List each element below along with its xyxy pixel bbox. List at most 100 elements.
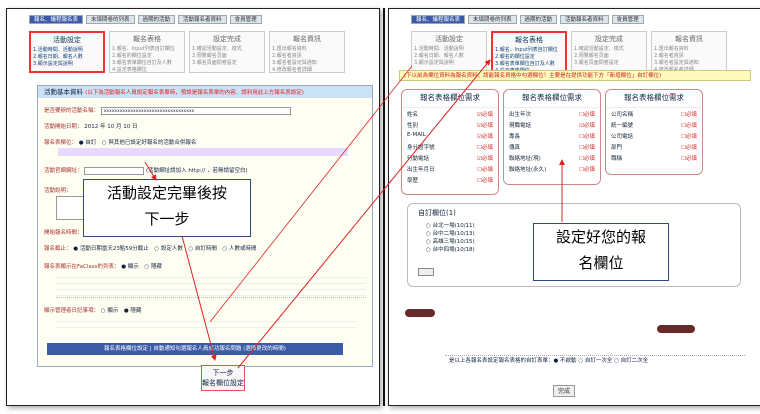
- field-checkbox-item[interactable]: 專長 ☐必填: [504, 130, 600, 141]
- step-settings-complete[interactable]: 設定完成 1.確認活動設定、樣式 2.預覽報名頁面 3.報名頁面問卷設定: [189, 31, 265, 73]
- field-checkbox-item[interactable]: 行動電話 ☑必填: [402, 152, 498, 163]
- panel-note: (以下為活動報名人員設定報名表單時，預設是報名表單的內容、請利用此上方報名表設定…: [85, 90, 304, 96]
- add-field-button[interactable]: [405, 309, 435, 317]
- callout-line: 下一步: [144, 210, 190, 228]
- field-checkbox-item[interactable]: 傳真 ☐必填: [504, 141, 600, 152]
- tab-unfilled[interactable]: 未填問卷的列表: [468, 15, 517, 24]
- fields-column-company: 報名表格欄位需求 公司名稱 ☐必填 統一編號 ☐必填 公司電話 ☐必填 部門 ☐必填 職…: [605, 89, 703, 175]
- field-checkbox-item[interactable]: 部門 ☐必填: [606, 141, 702, 152]
- right-callout: 設定好您的報 名欄位: [533, 223, 669, 281]
- field-checkbox-item[interactable]: 出生年月日 ☐必填: [402, 163, 498, 174]
- custom-form-option-bar[interactable]: 是以上各報名表設定報名表格的自訂表單：● 不啟動 ○ 自訂一次全 ○ 自訂二次全: [445, 355, 745, 365]
- step-line: 3.報名者設定與通知: [654, 60, 699, 66]
- next-step-button[interactable]: 下一步 報名欄位設定: [201, 365, 245, 391]
- field-label: 開始報名時間：: [44, 230, 83, 236]
- form-fields-radio[interactable]: ● 自訂 ○ 與其他已設定好報名的活動合併報名: [79, 140, 197, 146]
- step-line: 1.報名、Input列表自訂欄位: [112, 46, 175, 52]
- activity-name-input[interactable]: xxxxxxxxxxxxxxxxxxxxxxxxxxxxxxxxxx: [100, 106, 291, 115]
- field-checkbox-item[interactable]: 身分證字號 ☐必填: [402, 141, 498, 152]
- field-checkbox-item[interactable]: 學歷 ☐必填: [402, 174, 498, 185]
- edit-custom-button[interactable]: [418, 268, 434, 276]
- session-option[interactable]: ○ 台北一場(10/11): [426, 222, 475, 230]
- field-checkbox-item[interactable]: E-MAIL ☑必填: [402, 130, 498, 141]
- left-steps: 活動設定 1.活動時間、活動說明 2.報名日期、報名人數 3.顯示設定與說明 報…: [29, 31, 345, 73]
- faclass-radio[interactable]: ● 顯示 ○ 隱藏: [121, 264, 162, 270]
- step-line: 1.確認活動設定、樣式: [574, 46, 624, 52]
- step-settings-complete[interactable]: 設定完成 1.確認活動設定、樣式 2.預覽報名頁面 3.報名頁面問卷設定: [571, 31, 647, 73]
- step-line: 3.顯示設定與說明: [33, 61, 73, 67]
- form-fields-row: 報名表欄位： ● 自訂 ○ 與其他已設定好報名的活動合併報名: [44, 138, 196, 146]
- tab-members[interactable]: 會員管理: [611, 15, 644, 24]
- faclass-description: [56, 272, 366, 298]
- step-line: 4.設定表格欄位: [112, 67, 147, 73]
- admin-notes-radio[interactable]: ○ 顯示 ● 隱藏: [101, 308, 142, 314]
- activity-name-row: 是否要辦的活動名稱： xxxxxxxxxxxxxxxxxxxxxxxxxxxxx…: [44, 106, 291, 115]
- left-callout: 活動設定完畢後按 下一步: [83, 179, 251, 237]
- step-activity-settings[interactable]: 活動設定 1.活動時間、活動說明 2.報名日期、報名人數 3.顯示設定與說明: [411, 31, 487, 73]
- right-screenshot: 報名、議程報名表 未填問卷的列表 過期的活動 活動報名者資料 會員管理 活動設定…: [388, 8, 760, 406]
- step-line: 1.匯出報名資料: [654, 46, 689, 52]
- step-title: 報名表格: [133, 35, 161, 43]
- step-registration-form[interactable]: 報名表格 1.報名、Input列表自訂欄位 2.報名的欄位設定 3.報名表單欄位…: [491, 31, 567, 73]
- field-label: 顯示管理者日記事項：: [44, 308, 100, 314]
- website-hint: (活動網址請加入 http:// ，若無請留空白): [146, 168, 248, 174]
- left-tab-bar: 報名、議程報名表 未填問卷的列表 過期的活動 活動報名者資料 會員管理: [29, 15, 262, 24]
- fields-column-contact: 報名表格欄位需求 出生年次 ☐必填 現職電話 ☑必填 專長 ☐必填 傳真 ☐必填 聯絡地…: [503, 89, 601, 185]
- form-type-strip[interactable]: [58, 148, 348, 156]
- field-checkbox-item[interactable]: 性別 ☑必填: [402, 119, 498, 130]
- step-title: 報名資訊: [675, 35, 703, 43]
- callout-line: 名欄位: [578, 254, 624, 272]
- tab-expired[interactable]: 過期的活動: [519, 15, 558, 24]
- start-date-select[interactable]: 2012 年 10 月 10 日: [84, 124, 137, 130]
- step-title: 報名資訊: [293, 35, 321, 43]
- deadline-radio[interactable]: ● 活動日期當天23點59分截止 ○ 設定人數 ○ 自訂時間 ○ 人數或時間: [73, 246, 256, 252]
- tab-registrants[interactable]: 活動報名者資料: [178, 15, 227, 24]
- field-checkbox-item[interactable]: 公司電話 ☐必填: [606, 130, 702, 141]
- step-activity-settings[interactable]: 活動設定 1.活動時間、活動說明 2.報名日期、報名人數 3.顯示設定與說明: [29, 31, 105, 73]
- step-line: 3.報名者設定與通知: [272, 60, 317, 66]
- field-checkbox-item[interactable]: 出生年次 ☐必填: [504, 108, 600, 119]
- field-checkbox-item[interactable]: 職稱 ☐必填: [606, 152, 702, 163]
- field-label: 是否要辦的活動名稱：: [44, 108, 100, 114]
- tab-registration[interactable]: 報名、議程報名表: [411, 15, 466, 24]
- session-option[interactable]: ○ 台中四場(10/18): [426, 246, 475, 254]
- field-checkbox-item[interactable]: 姓名 ☑必填: [402, 108, 498, 119]
- right-tab-bar: 報名、議程報名表 未填問卷的列表 過期的活動 活動報名者資料 會員管理: [411, 15, 644, 24]
- step-line: 2.預覽報名頁面: [192, 53, 227, 59]
- step-line: 1.確認活動設定、樣式: [192, 46, 242, 52]
- column-title: 報名表格欄位需求: [504, 90, 600, 108]
- preview-button[interactable]: [657, 325, 695, 333]
- step-registration-info[interactable]: 報名資訊 1.匯出報名資料 2.報名者資訊 3.報名者設定與通知 4.修改報名者…: [269, 31, 345, 73]
- field-checkbox-item[interactable]: 公司名稱 ☐必填: [606, 108, 702, 119]
- step-line: 2.預覽報名頁面: [574, 53, 609, 59]
- field-checkbox-item[interactable]: 聯絡地址(永久) ☐必填: [504, 163, 600, 174]
- open-time-row: 開始報名時間：: [44, 228, 83, 236]
- tab-unfilled[interactable]: 未填問卷的列表: [86, 15, 135, 24]
- field-checkbox-item[interactable]: 聯絡地址(現) ☐必填: [504, 152, 600, 163]
- notification-bar[interactable]: 報名表格欄位設定 | 自動通知勾選報名人員成功報名問題 (選擇更改的時間): [47, 343, 343, 355]
- field-label: 活動開始日期：: [44, 124, 83, 130]
- step-line: 2.報名的欄位設定: [495, 54, 535, 60]
- field-checkbox-item[interactable]: 現職電話 ☑必填: [504, 119, 600, 130]
- step-line: 2.報名日期、報名人數: [33, 54, 83, 60]
- step-line: 3.顯示設定與說明: [414, 60, 454, 66]
- tab-registration[interactable]: 報名、議程報名表: [29, 15, 84, 24]
- step-registration-info[interactable]: 報名資訊 1.匯出報名資料 2.報名者資訊 3.報名者設定與通知 4.修改報名者…: [651, 31, 727, 73]
- tab-registrants[interactable]: 活動報名者資料: [560, 15, 609, 24]
- done-button[interactable]: 完成: [553, 385, 575, 397]
- tab-expired[interactable]: 過期的活動: [137, 15, 176, 24]
- step-registration-form[interactable]: 報名表格 1.報名、Input列表自訂欄位 2.報名的欄位設定 3.報名表單欄位…: [109, 31, 185, 73]
- session-option[interactable]: ○ 台中二場(10/13): [426, 230, 475, 238]
- step-line: 1.報名、Input列表自訂欄位: [495, 47, 558, 53]
- field-label: 報名表欄位：: [44, 140, 78, 146]
- session-option[interactable]: ○ 高雄三場(10/15): [426, 238, 475, 246]
- website-input[interactable]: [84, 166, 145, 175]
- step-line: 2.報名者資訊: [654, 53, 684, 59]
- field-label: 活動說明：: [44, 188, 72, 194]
- field-checkbox-item[interactable]: 統一編號 ☐必填: [606, 119, 702, 130]
- panel-title: 活動基本資料: [44, 88, 83, 96]
- step-title: 設定完成: [595, 35, 623, 43]
- step-line: 3.報名頁面問卷設定: [192, 60, 237, 66]
- step-title: 設定完成: [213, 35, 241, 43]
- tab-members[interactable]: 會員管理: [229, 15, 262, 24]
